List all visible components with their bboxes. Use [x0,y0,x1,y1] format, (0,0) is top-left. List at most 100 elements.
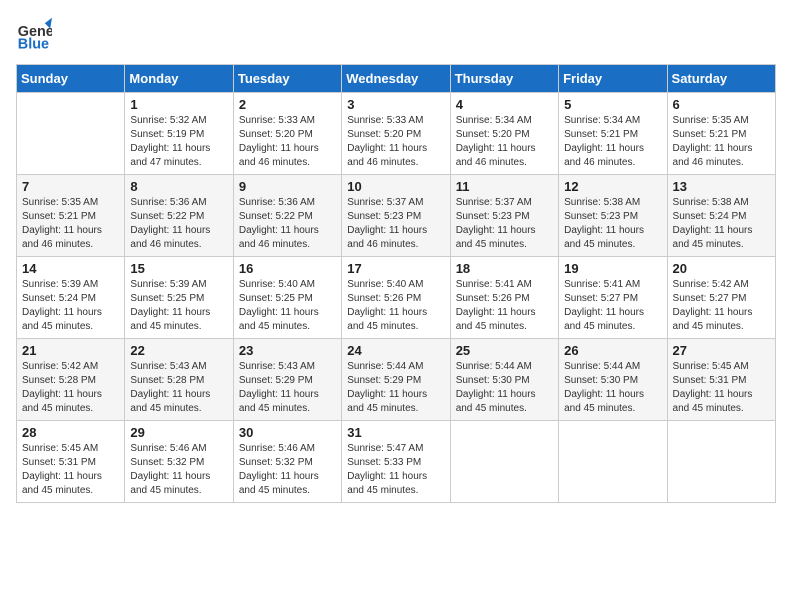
calendar-cell: 4 Sunrise: 5:34 AM Sunset: 5:20 PM Daylig… [450,93,558,175]
day-number: 7 [22,179,119,194]
calendar-header-monday: Monday [125,65,233,93]
day-info: Sunrise: 5:43 AM Sunset: 5:29 PM Dayligh… [239,360,336,416]
day-number: 11 [456,179,553,194]
calendar-header-wednesday: Wednesday [342,65,450,93]
calendar-cell: 20Sunrise: 5:42 AM Sunset: 5:27 PM Dayli… [667,257,775,339]
calendar-cell: 14Sunrise: 5:39 AM Sunset: 5:24 PM Dayli… [17,257,125,339]
calendar-cell: 3Sunrise: 5:33 AM Sunset: 5:20 PM Daylig… [342,93,450,175]
calendar-header-tuesday: Tuesday [233,65,341,93]
calendar-cell: 29Sunrise: 5:46 AM Sunset: 5:32 PM Dayli… [125,421,233,503]
day-number: 25 [456,343,553,358]
day-number: 26 [564,343,661,358]
calendar-cell: 27 Sunrise: 5:45 AM Sunset: 5:31 PM Dayli… [667,339,775,421]
calendar-cell: 22 Sunrise: 5:43 AM Sunset: 5:28 PM Dayli… [125,339,233,421]
day-number: 12 [564,179,661,194]
calendar-cell: 9Sunrise: 5:36 AM Sunset: 5:22 PM Daylig… [233,175,341,257]
day-number: 28 [22,425,119,440]
calendar-cell: 6Sunrise: 5:35 AM Sunset: 5:21 PM Daylig… [667,93,775,175]
day-info: Sunrise: 5:36 AM Sunset: 5:22 PM Dayligh… [130,196,227,252]
calendar-cell: 1 Sunrise: 5:32 AM Sunset: 5:19 PM Daylig… [125,93,233,175]
calendar-cell: 2Sunrise: 5:33 AM Sunset: 5:20 PM Daylig… [233,93,341,175]
day-number: 1 [130,97,227,112]
calendar-cell: 8 Sunrise: 5:36 AM Sunset: 5:22 PM Daylig… [125,175,233,257]
day-info: Sunrise: 5:38 AM Sunset: 5:23 PM Dayligh… [564,196,661,252]
calendar-cell: 26 Sunrise: 5:44 AM Sunset: 5:30 PM Dayli… [559,339,667,421]
day-info: Sunrise: 5:39 AM Sunset: 5:25 PM Dayligh… [130,278,227,334]
logo-icon: General Blue [16,16,52,52]
day-number: 8 [130,179,227,194]
day-number: 2 [239,97,336,112]
calendar-cell: 19 Sunrise: 5:41 AM Sunset: 5:27 PM Dayli… [559,257,667,339]
day-number: 29 [130,425,227,440]
day-info: Sunrise: 5:37 AM Sunset: 5:23 PM Dayligh… [347,196,444,252]
calendar-cell: 13 Sunrise: 5:38 AM Sunset: 5:24 PM Dayli… [667,175,775,257]
day-info: Sunrise: 5:32 AM Sunset: 5:19 PM Dayligh… [130,114,227,170]
day-info: Sunrise: 5:34 AM Sunset: 5:20 PM Dayligh… [456,114,553,170]
day-info: Sunrise: 5:33 AM Sunset: 5:20 PM Dayligh… [347,114,444,170]
calendar-cell: 24 Sunrise: 5:44 AM Sunset: 5:29 PM Dayli… [342,339,450,421]
day-number: 13 [673,179,770,194]
day-number: 17 [347,261,444,276]
day-number: 18 [456,261,553,276]
logo: General Blue [16,16,54,52]
day-number: 23 [239,343,336,358]
calendar-cell: 21 Sunrise: 5:42 AM Sunset: 5:28 PM Dayli… [17,339,125,421]
calendar-cell: 7 Sunrise: 5:35 AM Sunset: 5:21 PM Daylig… [17,175,125,257]
page-header: General Blue [16,16,776,52]
day-info: Sunrise: 5:43 AM Sunset: 5:28 PM Dayligh… [130,360,227,416]
calendar-week-2: 7 Sunrise: 5:35 AM Sunset: 5:21 PM Daylig… [17,175,776,257]
calendar-week-3: 14Sunrise: 5:39 AM Sunset: 5:24 PM Dayli… [17,257,776,339]
day-info: Sunrise: 5:45 AM Sunset: 5:31 PM Dayligh… [22,442,119,498]
day-number: 14 [22,261,119,276]
day-info: Sunrise: 5:46 AM Sunset: 5:32 PM Dayligh… [239,442,336,498]
day-number: 30 [239,425,336,440]
day-info: Sunrise: 5:37 AM Sunset: 5:23 PM Dayligh… [456,196,553,252]
calendar-week-1: 1 Sunrise: 5:32 AM Sunset: 5:19 PM Daylig… [17,93,776,175]
day-number: 31 [347,425,444,440]
day-info: Sunrise: 5:44 AM Sunset: 5:30 PM Dayligh… [456,360,553,416]
day-info: Sunrise: 5:45 AM Sunset: 5:31 PM Dayligh… [673,360,770,416]
calendar-header-friday: Friday [559,65,667,93]
day-number: 19 [564,261,661,276]
day-info: Sunrise: 5:42 AM Sunset: 5:28 PM Dayligh… [22,360,119,416]
day-info: Sunrise: 5:42 AM Sunset: 5:27 PM Dayligh… [673,278,770,334]
day-info: Sunrise: 5:40 AM Sunset: 5:26 PM Dayligh… [347,278,444,334]
calendar-cell: 28 Sunrise: 5:45 AM Sunset: 5:31 PM Dayli… [17,421,125,503]
day-number: 5 [564,97,661,112]
calendar-cell: 11 Sunrise: 5:37 AM Sunset: 5:23 PM Dayli… [450,175,558,257]
day-info: Sunrise: 5:44 AM Sunset: 5:30 PM Dayligh… [564,360,661,416]
calendar-cell: 15 Sunrise: 5:39 AM Sunset: 5:25 PM Dayli… [125,257,233,339]
calendar-cell [17,93,125,175]
day-number: 27 [673,343,770,358]
svg-text:Blue: Blue [18,36,49,52]
calendar-week-4: 21 Sunrise: 5:42 AM Sunset: 5:28 PM Dayli… [17,339,776,421]
calendar-cell: 10Sunrise: 5:37 AM Sunset: 5:23 PM Dayli… [342,175,450,257]
calendar-cell [450,421,558,503]
calendar-cell: 23 Sunrise: 5:43 AM Sunset: 5:29 PM Dayli… [233,339,341,421]
day-number: 15 [130,261,227,276]
day-info: Sunrise: 5:34 AM Sunset: 5:21 PM Dayligh… [564,114,661,170]
calendar-cell: 25 Sunrise: 5:44 AM Sunset: 5:30 PM Dayli… [450,339,558,421]
day-info: Sunrise: 5:44 AM Sunset: 5:29 PM Dayligh… [347,360,444,416]
day-number: 6 [673,97,770,112]
day-info: Sunrise: 5:40 AM Sunset: 5:25 PM Dayligh… [239,278,336,334]
calendar-week-5: 28 Sunrise: 5:45 AM Sunset: 5:31 PM Dayli… [17,421,776,503]
day-info: Sunrise: 5:38 AM Sunset: 5:24 PM Dayligh… [673,196,770,252]
calendar-cell: 5 Sunrise: 5:34 AM Sunset: 5:21 PM Daylig… [559,93,667,175]
day-number: 4 [456,97,553,112]
day-number: 16 [239,261,336,276]
calendar-cell: 16 Sunrise: 5:40 AM Sunset: 5:25 PM Dayli… [233,257,341,339]
calendar-header-thursday: Thursday [450,65,558,93]
calendar-cell: 30 Sunrise: 5:46 AM Sunset: 5:32 PM Dayli… [233,421,341,503]
day-number: 21 [22,343,119,358]
day-info: Sunrise: 5:36 AM Sunset: 5:22 PM Dayligh… [239,196,336,252]
calendar-header-sunday: Sunday [17,65,125,93]
calendar-cell: 31Sunrise: 5:47 AM Sunset: 5:33 PM Dayli… [342,421,450,503]
calendar-header-row: SundayMondayTuesdayWednesdayThursdayFrid… [17,65,776,93]
day-number: 22 [130,343,227,358]
calendar-table: SundayMondayTuesdayWednesdayThursdayFrid… [16,64,776,503]
calendar-cell: 12 Sunrise: 5:38 AM Sunset: 5:23 PM Dayli… [559,175,667,257]
day-number: 24 [347,343,444,358]
day-info: Sunrise: 5:35 AM Sunset: 5:21 PM Dayligh… [22,196,119,252]
day-info: Sunrise: 5:41 AM Sunset: 5:27 PM Dayligh… [564,278,661,334]
